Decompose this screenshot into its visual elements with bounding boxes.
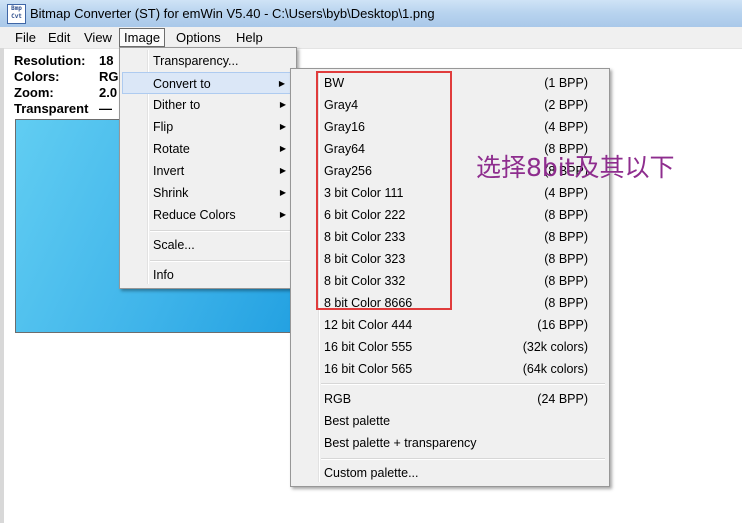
submenu-arrow-icon: ▶ [279, 188, 286, 197]
menu-item-bpp: (8 BPP) [544, 274, 588, 288]
menu-item-color-565[interactable]: 16 bit Color 565 (64k colors) [293, 358, 607, 380]
info-colors: Colors: RG [14, 69, 119, 84]
menu-item-label: Dither to [153, 98, 201, 112]
submenu-arrow-icon: ▶ [279, 100, 286, 109]
menu-item-bpp: (32k colors) [522, 340, 588, 354]
menu-separator [321, 458, 605, 460]
image-menu: Transparency... Convert to ▶ Dither to ▶… [119, 47, 297, 289]
title-bar: Bmp Cvt Bitmap Converter (ST) for emWin V… [0, 0, 742, 27]
menu-item-label: 16 bit Color 565 [324, 362, 413, 376]
info-resolution: Resolution: 18 [14, 53, 113, 68]
info-transparent-value: — [99, 101, 112, 116]
menu-item-label: Best palette + transparency [324, 436, 477, 450]
menu-item-label: Scale... [153, 238, 195, 252]
menu-item-flip[interactable]: Flip ▶ [122, 116, 294, 138]
submenu-arrow-icon: ▶ [279, 166, 286, 175]
menu-item-invert[interactable]: Invert ▶ [122, 160, 294, 182]
menu-item-bpp: (4 BPP) [544, 120, 588, 134]
menu-help[interactable]: Help [232, 29, 267, 46]
menu-item-info[interactable]: Info [122, 264, 294, 286]
menu-view[interactable]: View [80, 29, 116, 46]
menu-item-bpp: (64k colors) [522, 362, 588, 376]
menu-edit[interactable]: Edit [44, 29, 74, 46]
menu-item-label: Invert [153, 164, 185, 178]
menu-item-bpp: (8 BPP) [544, 208, 588, 222]
submenu-arrow-icon: ▶ [279, 210, 286, 219]
info-zoom: Zoom: 2.0 [14, 85, 117, 100]
info-zoom-label: Zoom: [14, 85, 54, 100]
info-transparent: Transparent — [14, 101, 112, 116]
info-transparent-label: Transparent [14, 101, 89, 116]
menu-item-bpp: (8 BPP) [544, 230, 588, 244]
menu-item-label: Info [153, 268, 174, 282]
menu-item-label: Flip [153, 120, 174, 134]
window-left-edge [0, 48, 4, 523]
menu-item-shrink[interactable]: Shrink ▶ [122, 182, 294, 204]
menu-item-reduce-colors[interactable]: Reduce Colors ▶ [122, 204, 294, 226]
menu-item-label: 16 bit Color 555 [324, 340, 413, 354]
menu-item-bpp: (1 BPP) [544, 76, 588, 90]
menu-item-custom-palette[interactable]: Custom palette... [293, 462, 607, 484]
info-colors-label: Colors: [14, 69, 60, 84]
submenu-arrow-icon: ▶ [279, 144, 286, 153]
info-resolution-value: 18 [99, 53, 114, 68]
menu-item-label: Transparency... [153, 54, 239, 68]
menu-separator [150, 260, 290, 262]
menu-item-bpp: (24 BPP) [537, 392, 588, 406]
annotation-highlight-box [316, 71, 452, 310]
submenu-arrow-icon: ▶ [279, 122, 286, 131]
menu-item-color-555[interactable]: 16 bit Color 555 (32k colors) [293, 336, 607, 358]
app-icon: Bmp Cvt [7, 4, 26, 24]
menu-item-label: Best palette [324, 414, 391, 428]
menu-options[interactable]: Options [172, 29, 225, 46]
menu-bar: File Edit View Image Options Help [0, 27, 742, 49]
menu-item-rotate[interactable]: Rotate ▶ [122, 138, 294, 160]
menu-item-label: Shrink [153, 186, 189, 200]
submenu-arrow-icon: ▶ [278, 79, 285, 88]
menu-item-bpp: (8 BPP) [544, 252, 588, 266]
menu-item-bpp: (16 BPP) [537, 318, 588, 332]
menu-item-label: RGB [324, 392, 352, 406]
menu-item-color-444[interactable]: 12 bit Color 444 (16 BPP) [293, 314, 607, 336]
menu-item-bpp: (2 BPP) [544, 98, 588, 112]
menu-file[interactable]: File [11, 29, 40, 46]
menu-item-label: 12 bit Color 444 [324, 318, 413, 332]
info-zoom-value: 2.0 [99, 85, 118, 100]
info-resolution-label: Resolution: [14, 53, 86, 68]
menu-item-scale[interactable]: Scale... [122, 234, 294, 256]
menu-item-convert-to[interactable]: Convert to ▶ [122, 72, 294, 94]
window-title: Bitmap Converter (ST) for emWin V5.40 - … [30, 6, 435, 21]
menu-item-label: Convert to [153, 77, 211, 91]
menu-item-rgb[interactable]: RGB (24 BPP) [293, 388, 607, 410]
menu-separator [321, 383, 605, 385]
menu-item-best-palette[interactable]: Best palette [293, 410, 607, 432]
menu-item-label: Reduce Colors [153, 208, 236, 222]
info-colors-value: RG [99, 69, 119, 84]
menu-item-best-palette-transparency[interactable]: Best palette + transparency [293, 432, 607, 454]
menu-item-bpp: (8 BPP) [544, 296, 588, 310]
annotation-note: 选择8bit及其以下 [476, 153, 675, 182]
menu-separator [150, 230, 290, 232]
menu-item-transparency[interactable]: Transparency... [122, 50, 294, 72]
menu-item-dither-to[interactable]: Dither to ▶ [122, 94, 294, 116]
menu-item-bpp: (4 BPP) [544, 186, 588, 200]
menu-image[interactable]: Image [119, 28, 166, 47]
menu-item-label: Custom palette... [324, 466, 419, 480]
menu-item-label: Rotate [153, 142, 190, 156]
